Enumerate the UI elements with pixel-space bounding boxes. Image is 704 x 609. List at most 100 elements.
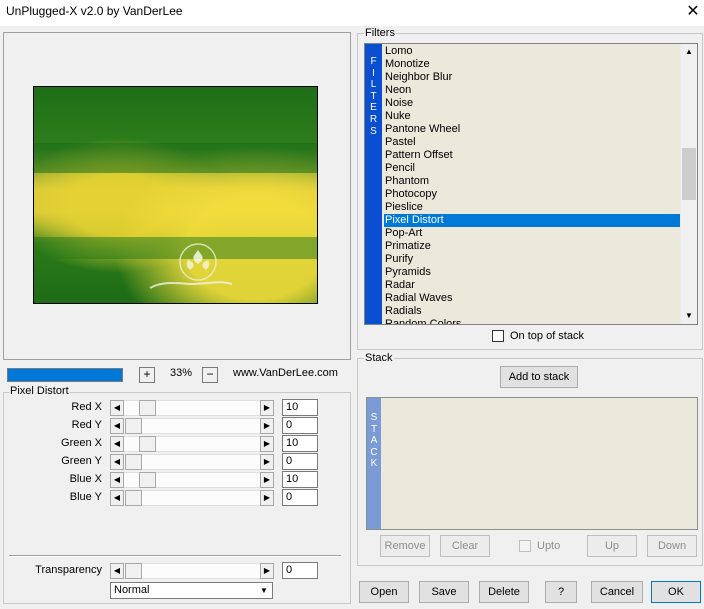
slider-red-y[interactable]: ◀ ▶: [110, 418, 274, 434]
slider-green-y[interactable]: ◀ ▶: [110, 454, 274, 470]
filter-item[interactable]: Pieslice: [384, 201, 680, 214]
pixel-distort-label: Pixel Distort: [9, 385, 70, 397]
filter-item[interactable]: Pop-Art: [384, 227, 680, 240]
slider-green-x[interactable]: ◀ ▶: [110, 436, 274, 452]
value-transparency[interactable]: 0: [282, 562, 318, 579]
slider-thumb[interactable]: [125, 418, 142, 434]
filter-item[interactable]: Photocopy: [384, 188, 680, 201]
filter-item[interactable]: Phantom: [384, 175, 680, 188]
help-button[interactable]: ?: [545, 581, 577, 603]
ok-button[interactable]: OK: [651, 581, 701, 603]
save-button[interactable]: Save: [419, 581, 469, 603]
filter-list[interactable]: FILTERS Lomo Monotize Neighbor Blur Neon Noi…: [364, 43, 698, 325]
value-red-x[interactable]: 10: [282, 399, 318, 416]
filter-item[interactable]: Pixel Distort: [384, 214, 680, 227]
zoom-in-button[interactable]: +: [139, 367, 155, 383]
window-title: UnPlugged-X v2.0 by VanDerLee: [6, 4, 183, 18]
filters-band-letter: R: [369, 113, 378, 125]
value-blue-x[interactable]: 10: [282, 471, 318, 488]
filter-item[interactable]: Radial Waves: [384, 292, 680, 305]
cancel-button[interactable]: Cancel: [591, 581, 643, 603]
left-arrow-icon[interactable]: ◀: [110, 472, 124, 488]
transparency-label: Transparency: [35, 564, 102, 576]
filter-item[interactable]: Radials: [384, 305, 680, 318]
param-label-red-x: Red X: [71, 401, 102, 413]
delete-button[interactable]: Delete: [479, 581, 529, 603]
zoom-out-button[interactable]: −: [202, 367, 218, 383]
slider-blue-x[interactable]: ◀ ▶: [110, 472, 274, 488]
right-arrow-icon[interactable]: ▶: [260, 436, 274, 452]
upto-label: Upto: [537, 540, 561, 552]
param-label-green-y: Green Y: [61, 455, 102, 467]
stack-band-letter: T: [370, 423, 378, 435]
slider-red-x[interactable]: ◀ ▶: [110, 400, 274, 416]
slider-thumb[interactable]: [139, 400, 156, 416]
slider-thumb[interactable]: [125, 490, 142, 506]
down-button[interactable]: Down: [647, 535, 697, 557]
filter-item[interactable]: Radar: [384, 279, 680, 292]
right-arrow-icon[interactable]: ▶: [260, 418, 274, 434]
close-icon[interactable]: ✕: [684, 2, 702, 22]
right-arrow-icon[interactable]: ▶: [260, 490, 274, 506]
filter-item[interactable]: Primatize: [384, 240, 680, 253]
filter-item[interactable]: Purify: [384, 253, 680, 266]
stack-band: STACK: [367, 398, 381, 529]
left-arrow-icon[interactable]: ◀: [110, 436, 124, 452]
stack-label: Stack: [364, 352, 394, 364]
value-red-y[interactable]: 0: [282, 417, 318, 434]
stack-band-letter: S: [370, 412, 378, 423]
on-top-checkbox[interactable]: [492, 330, 504, 342]
blend-mode-select[interactable]: Normal ▼: [110, 582, 273, 599]
filters-band-letter: L: [370, 79, 377, 91]
right-arrow-icon[interactable]: ▶: [260, 563, 274, 579]
slider-thumb[interactable]: [125, 563, 142, 579]
filter-item[interactable]: Pattern Offset: [384, 149, 680, 162]
add-to-stack-button[interactable]: Add to stack: [500, 366, 578, 388]
right-arrow-icon[interactable]: ▶: [260, 400, 274, 416]
filters-band-letter: S: [370, 125, 377, 137]
slider-thumb[interactable]: [125, 454, 142, 470]
scroll-thumb[interactable]: [682, 148, 696, 200]
left-arrow-icon[interactable]: ◀: [110, 563, 124, 579]
filter-item[interactable]: Pyramids: [384, 266, 680, 279]
value-green-x[interactable]: 10: [282, 435, 318, 452]
up-button[interactable]: Up: [587, 535, 637, 557]
filter-item[interactable]: Neon: [384, 84, 680, 97]
stack-band-letter: A: [370, 435, 378, 447]
stack-list[interactable]: STACK: [366, 397, 698, 530]
slider-transparency[interactable]: ◀ ▶: [110, 563, 274, 579]
website-link[interactable]: www.VanDerLee.com: [233, 367, 338, 379]
value-blue-y[interactable]: 0: [282, 489, 318, 506]
filter-item[interactable]: Neighbor Blur: [384, 71, 680, 84]
filter-item[interactable]: Pantone Wheel: [384, 123, 680, 136]
filter-item[interactable]: Lomo: [384, 45, 680, 58]
filter-item[interactable]: Noise: [384, 97, 680, 110]
slider-thumb[interactable]: [139, 436, 156, 452]
upto-checkbox[interactable]: [519, 540, 531, 552]
right-arrow-icon[interactable]: ▶: [260, 472, 274, 488]
slider-thumb[interactable]: [139, 472, 156, 488]
value-green-y[interactable]: 0: [282, 453, 318, 470]
left-arrow-icon[interactable]: ◀: [110, 490, 124, 506]
filter-item[interactable]: Pencil: [384, 162, 680, 175]
slider-blue-y[interactable]: ◀ ▶: [110, 490, 274, 506]
filter-item[interactable]: Nuke: [384, 110, 680, 123]
left-arrow-icon[interactable]: ◀: [110, 454, 124, 470]
left-arrow-icon[interactable]: ◀: [110, 418, 124, 434]
filters-band-letter: I: [372, 67, 375, 79]
filter-scrollbar[interactable]: ▲ ▼: [680, 44, 697, 324]
zoom-level: 33%: [169, 367, 193, 379]
left-arrow-icon[interactable]: ◀: [110, 400, 124, 416]
filter-item[interactable]: Random Colors: [384, 318, 680, 324]
scroll-down-icon[interactable]: ▼: [681, 308, 697, 324]
filter-item[interactable]: Pastel: [384, 136, 680, 149]
open-button[interactable]: Open: [359, 581, 409, 603]
chevron-down-icon[interactable]: ▼: [258, 584, 270, 597]
stack-band-letter: C: [370, 446, 378, 458]
filter-item[interactable]: Monotize: [384, 58, 680, 71]
divider: [9, 555, 341, 557]
clear-button[interactable]: Clear: [440, 535, 490, 557]
right-arrow-icon[interactable]: ▶: [260, 454, 274, 470]
scroll-up-icon[interactable]: ▲: [681, 44, 697, 60]
remove-button[interactable]: Remove: [380, 535, 430, 557]
